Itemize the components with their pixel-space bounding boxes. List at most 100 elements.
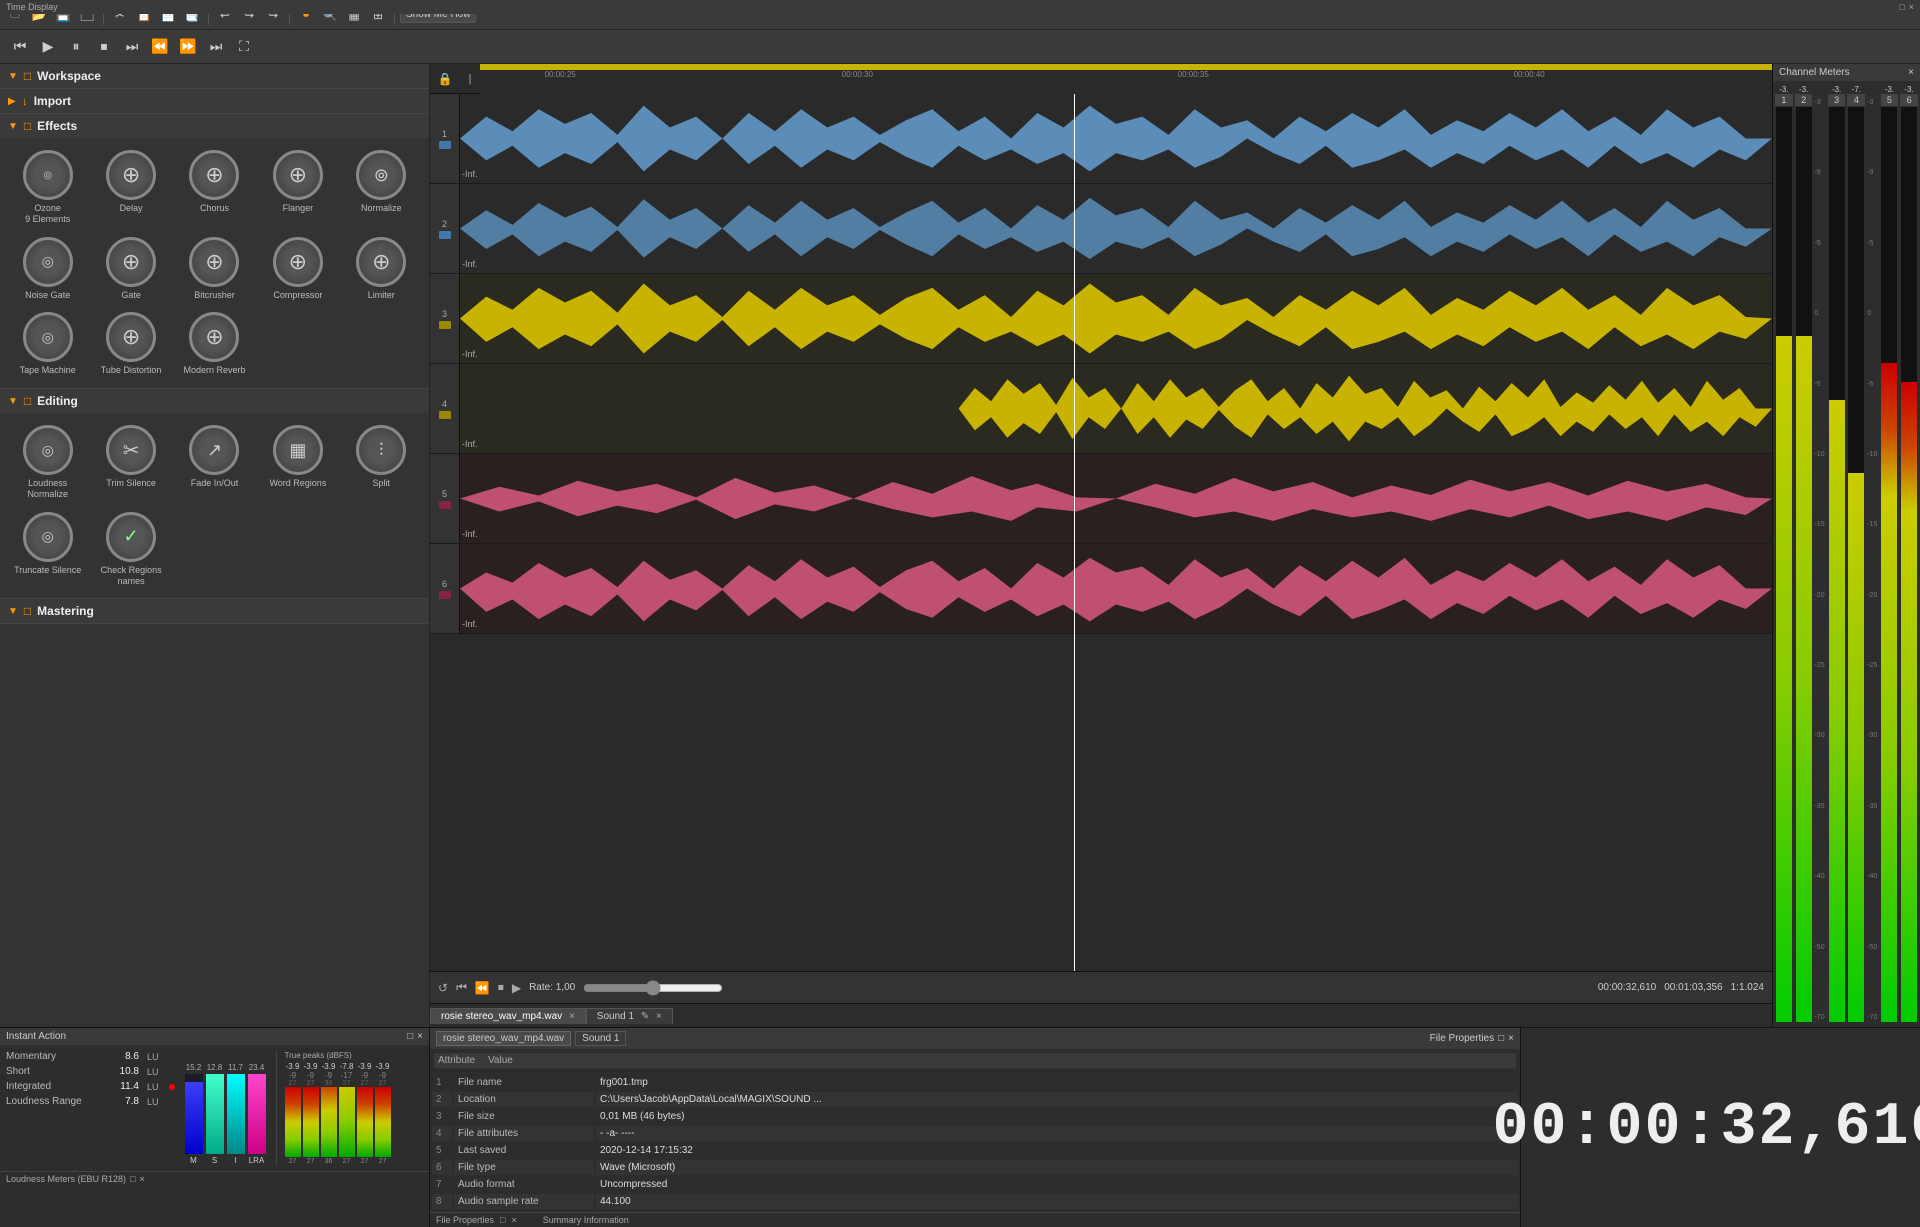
time-display-large: 00:00:32,610 [1492,1094,1920,1162]
effect-normalize[interactable]: ⊚ Normalize [342,146,421,229]
ch1-num: 1 [1775,94,1793,106]
file-props-footer-close-icon[interactable]: × [511,1215,516,1225]
track-6-content[interactable]: -Inf. [460,544,1772,633]
instant-action-close-icon[interactable]: × [417,1031,423,1042]
tool-trim-silence[interactable]: ✂ Trim Silence [91,421,170,504]
effect-chorus[interactable]: ⊕ Chorus [175,146,254,229]
file-properties-header: rosie stereo_wav_mp4.wav Sound 1 File Pr… [430,1028,1520,1049]
rate-slider[interactable] [583,980,723,996]
track-5-mute[interactable] [439,501,451,509]
track-3-content[interactable]: -Inf. [460,274,1772,363]
play-icon[interactable]: ▶ [36,35,60,59]
file-props-footer-settings-icon[interactable]: □ [500,1215,505,1225]
loudness-meters-close-icon[interactable]: × [140,1174,145,1184]
ruler-tick-40: 00:00:40 [1514,70,1545,79]
bottom-area: Instant Action □ × Momentary 8.6 LU Shor… [0,1027,1920,1227]
stop-small-icon[interactable]: ⏹ [498,980,504,995]
prev-icon[interactable]: ⏪ [475,981,490,995]
effect-gate[interactable]: ⊕ Gate [91,233,170,305]
time-display-close-icon[interactable]: × [1909,2,1914,12]
back-icon[interactable]: ⏮ [456,980,467,995]
instant-action-controls: □ × [407,1031,423,1042]
fullscreen-icon[interactable]: ⛶ [232,35,256,59]
time-display-header: Time Display □ × [0,0,1920,14]
tab-sound-x-icon[interactable]: × [656,1011,662,1022]
track-2-content[interactable]: -Inf. [460,184,1772,273]
instant-action-settings-icon[interactable]: □ [407,1031,413,1042]
editing-grid: ◎ Loudness Normalize ✂ Trim Silence ↗ Fa… [0,413,429,598]
track-4-number: 4 [442,399,447,409]
time-display-controls: □ × [1899,2,1914,12]
loop-end-icon[interactable]: ⏭ [204,35,228,59]
effect-modern-reverb[interactable]: ⊕ Modern Reverb [175,308,254,380]
tool-word-regions[interactable]: ▦ Word Regions [258,421,337,504]
track-4-content[interactable]: -Inf. [460,364,1772,453]
tab-file-close-icon[interactable]: × [569,1011,575,1022]
tab-bar: rosie stereo_wav_mp4.wav × Sound 1 ✎ × [430,1003,1772,1027]
tab-file[interactable]: rosie stereo_wav_mp4.wav × [430,1008,586,1024]
editing-section-header[interactable]: ▼ □ Editing [0,389,429,413]
ia-loudness-range-value: 7.8 [104,1096,139,1107]
loop-icon[interactable]: ↺ [438,981,448,995]
file-props-close-icon[interactable]: × [1508,1033,1514,1044]
effect-compressor[interactable]: ⊕ Compressor [258,233,337,305]
file-props-row: 7 Audio format Uncompressed [432,1177,1518,1192]
tool-split[interactable]: ⫶ Split [342,421,421,504]
track-1-mute[interactable] [439,141,451,149]
effect-noise-gate[interactable]: ◎ Noise Gate [8,233,87,305]
ia-integrated-dot [169,1084,175,1090]
file-tab-btn[interactable]: rosie stereo_wav_mp4.wav [436,1031,571,1046]
tool-check-regions-names[interactable]: ✓ Check Regions names [91,508,170,591]
cursor-icon[interactable]: | [460,73,480,85]
track-4-mute[interactable] [439,411,451,419]
effects-section-header[interactable]: ▼ □ Effects [0,114,429,138]
meter-channel-6: -3. 6 [1900,85,1918,1023]
track-6-mute[interactable] [439,591,451,599]
editing-arrow-icon: ▼ [8,396,18,407]
rewind-icon[interactable]: ⏪ [148,35,172,59]
mastering-section-header[interactable]: ▼ □ Mastering [0,599,429,623]
effect-tube-distortion[interactable]: ⊕ Tube Distortion [91,308,170,380]
track-1-content[interactable]: -Inf. [460,94,1772,183]
rate-label: Rate: 1,00 [529,982,575,993]
effect-ozone[interactable]: ◎ Ozone9 Elements [8,146,87,229]
track-3-number: 3 [442,309,447,319]
tool-fade-in-out[interactable]: ↗ Fade In/Out [175,421,254,504]
effect-flanger[interactable]: ⊕ Flanger [258,146,337,229]
instant-action-header: Instant Action □ × [0,1028,429,1045]
ia-row-loudness-range: Loudness Range 7.8 LU [6,1096,175,1107]
play-small-icon[interactable]: ▶ [512,981,521,995]
track-2-mute[interactable] [439,231,451,239]
effect-delay[interactable]: ⊕ Delay [91,146,170,229]
file-props-attr: Last saved [454,1143,594,1158]
meter-scale: -3 -9 -5 0 -5 -10 -15 -20 -25 -30 -35 -4… [1814,85,1825,1023]
tab-sound-close-icon[interactable]: ✎ [641,1011,649,1022]
track-3-mute[interactable] [439,321,451,329]
split-icon: ⫶ [356,425,406,475]
track-1-number: 1 [442,129,447,139]
workspace-section-header[interactable]: ▼ □ Workspace [0,64,429,88]
instant-action-title: Instant Action [6,1031,66,1042]
stop-icon[interactable]: ⏹ [92,35,116,59]
sound-tab-btn[interactable]: Sound 1 [575,1031,626,1046]
import-section-header[interactable]: ▶ ↓ Import [0,89,429,113]
tab-sound[interactable]: Sound 1 ✎ × [586,1008,673,1024]
track-5-content[interactable]: -Inf. [460,454,1772,543]
rate-slider-area [583,980,1590,996]
go-to-end-icon[interactable]: ⏭ [120,35,144,59]
channel-meters-close-icon[interactable]: × [1908,67,1914,78]
tool-truncate-silence[interactable]: ◎ Truncate Silence [8,508,87,591]
fast-forward-icon[interactable]: ⏩ [176,35,200,59]
effect-bitcrusher[interactable]: ⊕ Bitcrusher [175,233,254,305]
file-props-settings-icon[interactable]: □ [1498,1033,1504,1044]
go-to-start-icon[interactable]: ⏮ [8,35,32,59]
loudness-bar-S: 12.8 S [206,1063,224,1165]
pause-icon[interactable]: ⏸ [64,35,88,59]
effect-tape-machine[interactable]: ◎ Tape Machine [8,308,87,380]
effect-limiter[interactable]: ⊕ Limiter [342,233,421,305]
loudness-meters-settings-icon[interactable]: □ [130,1174,135,1184]
time-display-settings-icon[interactable]: □ [1899,2,1904,12]
ch5-bar-wrap [1881,107,1897,1022]
lock-button[interactable]: 🔒 [430,72,460,86]
tool-loudness-normalize[interactable]: ◎ Loudness Normalize [8,421,87,504]
